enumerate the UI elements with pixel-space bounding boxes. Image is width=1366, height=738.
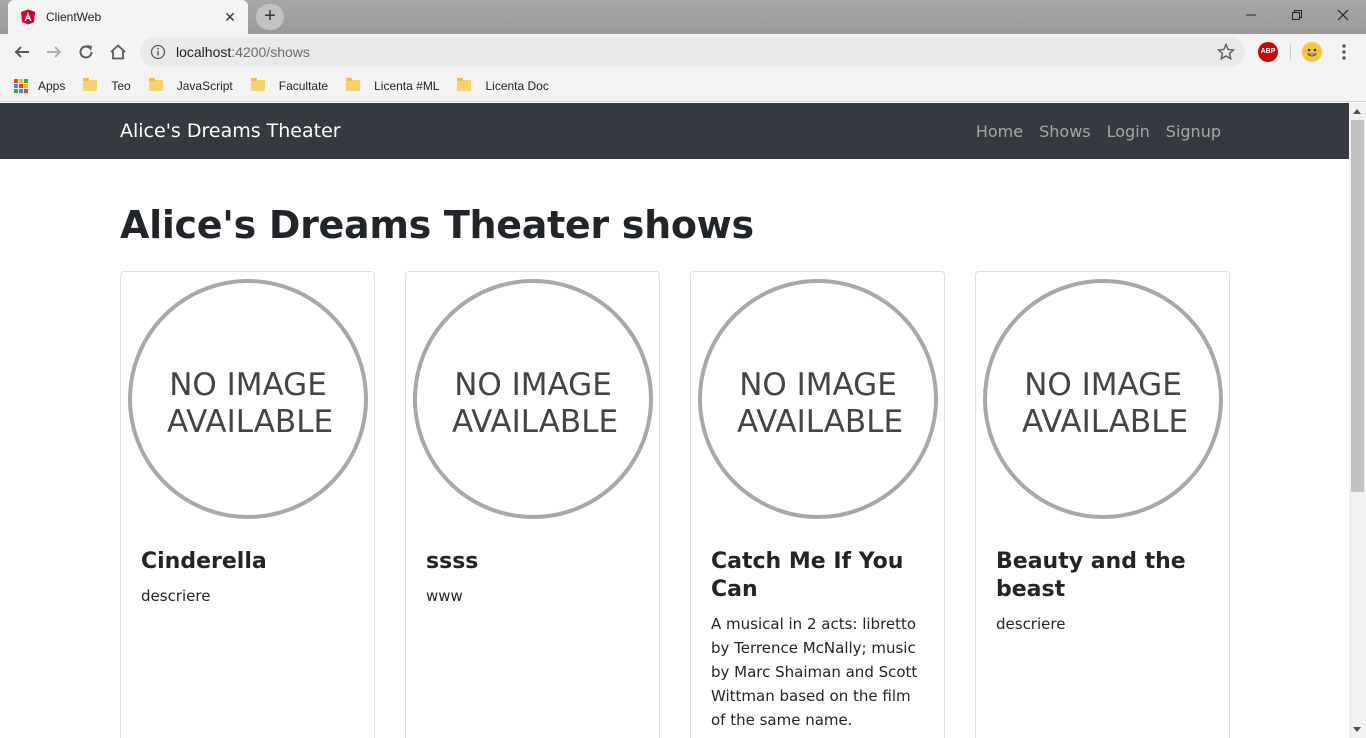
url-host: localhost [176,44,232,60]
tab-title: ClientWeb [46,10,102,24]
placeholder-line-2: AVAILABLE [167,404,333,440]
show-card[interactable]: NO IMAGE AVAILABLE ssss www [405,271,660,738]
site-navbar: Alice's Dreams Theater Home Shows Login … [0,103,1349,159]
browser-menu-icon[interactable] [1334,40,1354,64]
scroll-down-icon[interactable] [1353,727,1361,732]
url-text: localhost:4200/shows [176,44,310,60]
forward-icon[interactable] [42,40,66,64]
reload-icon[interactable] [74,40,98,64]
folder-icon [346,78,361,91]
bookmark-licenta-ml[interactable]: Licenta #ML [346,78,440,93]
folder-icon [457,78,472,91]
bookmark-javascript[interactable]: JavaScript [148,78,233,93]
nav-home-link[interactable]: Home [976,122,1023,141]
card-title: Catch Me If You Can [711,549,904,602]
folder-icon [148,78,163,91]
folder-icon [83,78,98,91]
close-window-icon[interactable] [1320,0,1366,30]
nav-signup-link[interactable]: Signup [1166,122,1221,141]
scroll-thumb[interactable] [1351,120,1364,492]
bookmark-label: Apps [38,78,66,93]
no-image-placeholder: NO IMAGE AVAILABLE [128,279,368,519]
site-brand[interactable]: Alice's Dreams Theater [120,120,341,142]
adblock-plus-icon[interactable]: ABP [1258,42,1278,62]
card-body: Cinderella descriere [141,548,356,608]
bookmarks-bar: Apps Teo JavaScript Facultate Licenta #M… [0,70,1366,102]
page-scrollbar[interactable] [1349,103,1366,738]
browser-toolbar: localhost:4200/shows ABP [0,34,1366,70]
home-icon[interactable] [106,40,130,64]
nav-shows-link[interactable]: Shows [1039,122,1091,141]
emoji-extension-icon[interactable] [1302,42,1322,62]
new-tab-button[interactable]: + [256,4,284,30]
card-description: A musical in 2 acts: libretto by Terrenc… [711,615,918,729]
card-description: descriere [141,587,211,605]
folder-icon [250,78,265,91]
address-bar[interactable]: localhost:4200/shows [140,37,1245,67]
nav-login-link[interactable]: Login [1107,122,1150,141]
no-image-placeholder: NO IMAGE AVAILABLE [983,279,1223,519]
card-title: Beauty and the beast [996,549,1186,602]
bookmark-teo[interactable]: Teo [83,78,131,93]
browser-tab[interactable]: ClientWeb ✕ [8,0,248,34]
nav-links: Home Shows Login Signup [960,122,1221,141]
bookmark-label: JavaScript [176,78,233,93]
tab-strip: ClientWeb ✕ + [0,0,1366,34]
bookmark-label: Facultate [278,78,329,93]
card-title: Cinderella [141,549,267,574]
placeholder-line-2: AVAILABLE [737,404,903,440]
info-icon[interactable] [150,44,166,60]
bookmark-facultate[interactable]: Facultate [250,78,329,93]
restore-icon[interactable] [1274,0,1320,30]
bookmark-star-icon[interactable] [1217,43,1235,61]
placeholder-line-1: NO IMAGE [169,367,327,403]
bookmark-licenta-doc[interactable]: Licenta Doc [457,78,549,93]
placeholder-line-2: AVAILABLE [1022,404,1188,440]
close-tab-icon[interactable]: ✕ [220,7,240,27]
bookmark-label: Licenta #ML [374,78,440,93]
no-image-placeholder: NO IMAGE AVAILABLE [413,279,653,519]
scroll-up-icon[interactable] [1353,109,1361,114]
bookmark-apps[interactable]: Apps [14,78,66,93]
show-card[interactable]: NO IMAGE AVAILABLE Cinderella descriere [120,271,375,738]
angular-icon [21,9,35,25]
placeholder-line-1: NO IMAGE [454,367,612,403]
card-body: ssss www [426,548,641,608]
card-description: www [426,587,463,605]
card-body: Catch Me If You Can A musical in 2 acts:… [711,548,926,732]
show-card[interactable]: NO IMAGE AVAILABLE Beauty and the beast … [975,271,1230,738]
minimize-icon[interactable] [1228,0,1274,30]
back-icon[interactable] [10,40,34,64]
card-title: ssss [426,549,479,574]
url-path: :4200/shows [231,44,310,60]
page-title: Alice's Dreams Theater shows [120,203,754,247]
no-image-placeholder: NO IMAGE AVAILABLE [698,279,938,519]
apps-icon [14,78,28,93]
placeholder-line-2: AVAILABLE [452,404,618,440]
page-viewport: Alice's Dreams Theater Home Shows Login … [0,103,1349,738]
placeholder-line-1: NO IMAGE [739,367,897,403]
bookmark-label: Teo [111,78,131,93]
card-body: Beauty and the beast descriere [996,548,1211,636]
placeholder-line-1: NO IMAGE [1024,367,1182,403]
show-card[interactable]: NO IMAGE AVAILABLE Catch Me If You Can A… [690,271,945,738]
card-description: descriere [996,615,1066,633]
toolbar-separator [1290,44,1291,60]
bookmark-label: Licenta Doc [485,78,549,93]
